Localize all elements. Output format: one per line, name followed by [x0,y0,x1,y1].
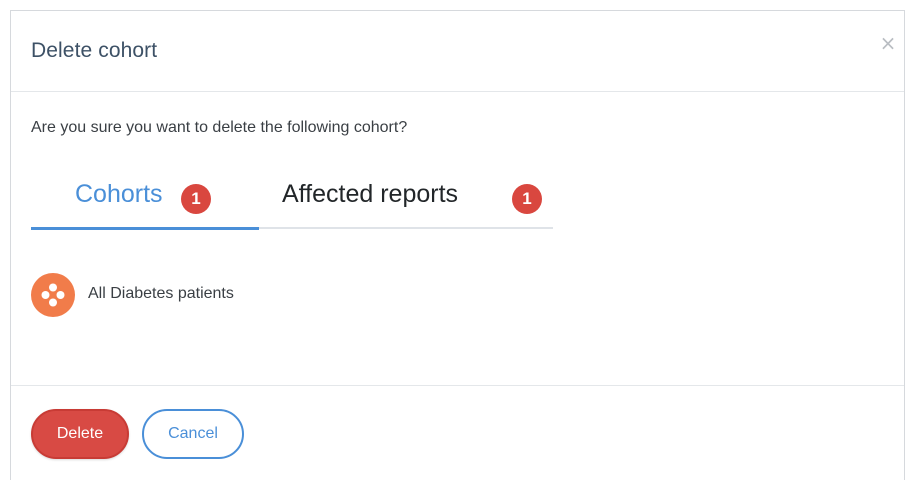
close-icon[interactable]: × [878,33,898,53]
cancel-button[interactable]: Cancel [142,409,244,459]
cohort-name: All Diabetes patients [88,285,234,302]
dialog-header: Delete cohort × [11,11,904,92]
dialog-footer: Delete Cancel [11,385,904,481]
list-item: All Diabetes patients [31,273,431,317]
tab-cohorts-label: Cohorts [75,180,163,208]
dialog-title: Delete cohort [31,39,158,62]
tab-cohorts-count-badge: 1 [181,184,211,214]
confirmation-question: Are you sure you want to delete the foll… [31,119,408,136]
tab-cohorts[interactable]: Cohorts 1 [31,171,259,230]
tab-affected-reports[interactable]: Affected reports 1 [259,171,553,229]
tab-bar: Cohorts 1 Affected reports 1 [31,171,553,230]
delete-cohort-dialog: Delete cohort × Are you sure you want to… [10,10,905,480]
tab-affected-reports-count-badge: 1 [512,184,542,214]
tab-affected-reports-label: Affected reports [282,180,459,208]
cohort-dots-icon [31,273,75,317]
delete-button[interactable]: Delete [31,409,129,459]
